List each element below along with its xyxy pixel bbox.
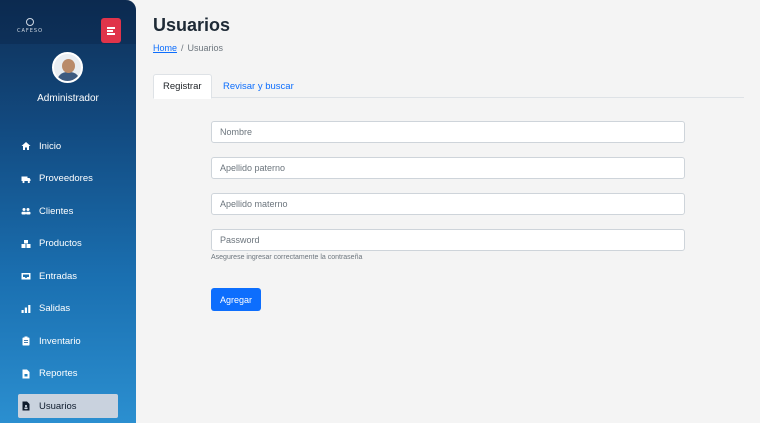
avatar[interactable] <box>52 52 83 83</box>
brand-logo[interactable]: CAFESO <box>10 18 50 34</box>
home-icon <box>21 141 31 151</box>
sidebar-item-label: Inicio <box>39 140 62 152</box>
sidebar-item-label: Entradas <box>39 270 78 282</box>
sidebar-item-label: Proveedores <box>39 173 93 184</box>
sidebar-item-usuarios[interactable]: Usuarios <box>18 394 118 418</box>
main-content: Usuarios Home / Usuarios Registrar Revisar… <box>136 0 760 423</box>
apellido-paterno-field[interactable]: Apellido paterno <box>211 157 685 179</box>
sidebar-item-label: Clientes <box>39 205 74 217</box>
breadcrumb: Home / Usuarios <box>153 43 223 53</box>
outbox-icon <box>21 304 31 314</box>
boxes-icon <box>21 239 31 249</box>
password-help-text: Asegurese ingresar correctamente la cont… <box>211 254 363 261</box>
sidebar-header: CAFESO <box>0 0 136 44</box>
sidebar-item-label: Salidas <box>39 303 71 314</box>
apellido-materno-field[interactable]: Apellido materno <box>211 193 685 215</box>
sidebar-item-label: Usuarios <box>39 400 77 412</box>
logo-mark-icon <box>26 18 34 26</box>
user-role: Administrador <box>37 93 99 104</box>
sidebar-item-inicio[interactable]: Inicio <box>18 134 118 158</box>
sidebar-item-label: Productos <box>39 238 82 249</box>
password-field[interactable]: Password <box>211 229 685 251</box>
avatar-body <box>57 72 80 81</box>
sidebar-item-proveedores[interactable]: Proveedores <box>18 167 118 191</box>
breadcrumb-separator: / <box>181 43 184 53</box>
breadcrumb-current: Usuarios <box>187 43 224 53</box>
sidebar-item-reportes[interactable]: Reportes <box>18 362 118 386</box>
sidebar-nav: Inicio Proveedores Clientes Productos En… <box>18 134 118 423</box>
truck-icon <box>21 174 31 184</box>
nombre-field[interactable]: Nombre <box>211 121 685 143</box>
clipboard-icon <box>21 336 31 346</box>
tab-revisar-buscar[interactable]: Revisar y buscar <box>214 74 303 98</box>
sidebar-item-inventario[interactable]: Inventario <box>18 329 118 353</box>
sidebar-item-salidas[interactable]: Salidas <box>18 297 118 321</box>
sidebar-item-entradas[interactable]: Entradas <box>18 264 118 288</box>
hamburger-icon <box>107 27 115 29</box>
file-icon <box>21 369 31 379</box>
user-file-icon <box>21 401 31 411</box>
sidebar: CAFESO Administrador Inicio Proveedores <box>0 0 136 423</box>
hamburger-line <box>107 30 113 32</box>
users-icon <box>21 206 31 216</box>
tab-bar: Registrar Revisar y buscar <box>153 74 744 99</box>
sidebar-item-productos[interactable]: Productos <box>18 232 118 256</box>
logo-text: CAFESO <box>16 28 44 34</box>
avatar-face <box>62 59 75 73</box>
page-title: Usuarios <box>153 15 231 35</box>
hamburger-line <box>107 33 115 35</box>
inbox-icon <box>21 271 31 281</box>
sidebar-item-label: Reportes <box>39 368 78 379</box>
tab-registrar[interactable]: Registrar <box>153 74 212 99</box>
agregar-button[interactable]: Agregar <box>211 288 261 311</box>
breadcrumb-home-link[interactable]: Home <box>153 43 177 53</box>
sidebar-item-label: Inventario <box>39 335 81 347</box>
menu-toggle-button[interactable] <box>101 18 121 43</box>
sidebar-item-clientes[interactable]: Clientes <box>18 199 118 223</box>
